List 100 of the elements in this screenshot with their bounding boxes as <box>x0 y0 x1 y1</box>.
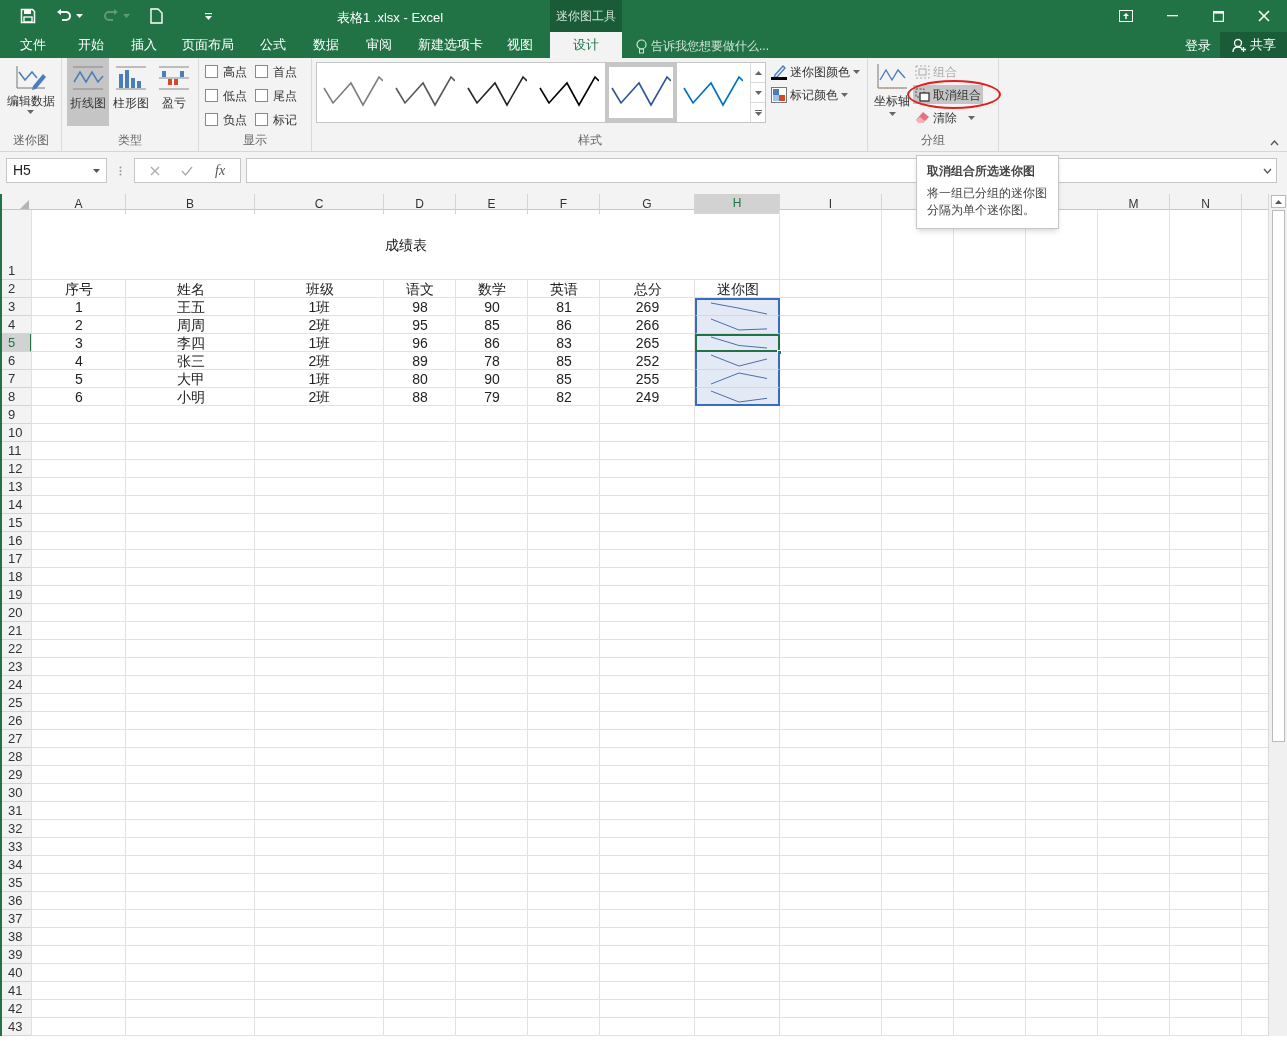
row-header[interactable]: 36 <box>2 892 32 910</box>
row-header[interactable]: 2 <box>2 280 32 298</box>
row-header[interactable]: 31 <box>2 802 32 820</box>
row-header[interactable]: 38 <box>2 928 32 946</box>
collapse-ribbon-icon[interactable] <box>1270 140 1279 146</box>
column-header[interactable]: F <box>528 194 600 214</box>
row-header[interactable]: 32 <box>2 820 32 838</box>
checkbox[interactable] <box>205 89 218 102</box>
column-header[interactable]: H <box>695 194 780 214</box>
sparkline-type-button[interactable]: 柱形图 <box>110 58 152 126</box>
row-header[interactable]: 37 <box>2 910 32 928</box>
close-icon[interactable] <box>1258 10 1270 22</box>
checkbox-option[interactable]: 标记 <box>255 110 297 129</box>
row-header[interactable]: 3 <box>2 298 32 316</box>
row-header[interactable]: 11 <box>2 442 32 460</box>
ribbon-tab[interactable]: 视图 <box>497 32 543 58</box>
scroll-thumb[interactable] <box>1271 210 1285 742</box>
row-header[interactable]: 30 <box>2 784 32 802</box>
edit-data-button[interactable]: 编辑数据 <box>3 62 58 130</box>
marker-color-button[interactable]: 标记颜色 <box>771 86 860 104</box>
row-header[interactable]: 24 <box>2 676 32 694</box>
axis-button[interactable]: 坐标轴 <box>871 62 913 130</box>
row-header[interactable]: 41 <box>2 982 32 1000</box>
ribbon-tab[interactable]: 数据 <box>303 32 349 58</box>
row-header[interactable]: 35 <box>2 874 32 892</box>
checkbox[interactable] <box>255 113 268 126</box>
column-header[interactable]: C <box>255 194 384 214</box>
checkbox-option[interactable]: 尾点 <box>255 86 297 105</box>
row-header[interactable]: 15 <box>2 514 32 532</box>
checkbox-option[interactable]: 负点 <box>205 110 247 129</box>
enter-check-icon[interactable] <box>181 165 194 176</box>
maximize-icon[interactable] <box>1212 10 1224 22</box>
column-header[interactable]: D <box>384 194 456 214</box>
ribbon-tab[interactable]: 公式 <box>250 32 296 58</box>
ribbon-tab[interactable]: 设计 <box>550 32 622 58</box>
row-header[interactable]: 26 <box>2 712 32 730</box>
ribbon-tab[interactable]: 开始 <box>68 32 114 58</box>
row-header[interactable]: 42 <box>2 1000 32 1018</box>
minimize-icon[interactable] <box>1166 15 1178 17</box>
share-button[interactable]: 共享 <box>1220 32 1287 58</box>
row-header[interactable]: 23 <box>2 658 32 676</box>
row-header[interactable]: 19 <box>2 586 32 604</box>
vertical-scrollbar[interactable] <box>1268 194 1287 1036</box>
grouping-button[interactable]: 取消组合 <box>913 85 983 104</box>
checkbox-option[interactable]: 低点 <box>205 86 247 105</box>
checkbox-option[interactable]: 高点 <box>205 62 247 81</box>
row-header[interactable]: 16 <box>2 532 32 550</box>
new-document-icon[interactable] <box>150 8 163 24</box>
sparkline-type-button[interactable]: 盈亏 <box>153 58 195 126</box>
insert-function-button[interactable]: fx <box>215 160 226 181</box>
sparkline-type-button[interactable]: 折线图 <box>67 58 109 126</box>
tell-me-field[interactable]: 告诉我您想要做什么... <box>651 37 769 55</box>
column-header[interactable]: A <box>32 194 126 214</box>
ribbon-display-options-icon[interactable] <box>1119 10 1133 22</box>
row-header[interactable]: 22 <box>2 640 32 658</box>
row-header[interactable]: 14 <box>2 496 32 514</box>
expand-icon[interactable] <box>1263 167 1272 174</box>
row-header[interactable]: 9 <box>2 406 32 424</box>
row-header[interactable]: 5 <box>2 334 32 352</box>
checkbox[interactable] <box>205 65 218 78</box>
ribbon-tab[interactable]: 审阅 <box>356 32 402 58</box>
grouping-button[interactable]: 清除 <box>913 108 977 127</box>
checkbox[interactable] <box>255 89 268 102</box>
ribbon-tab[interactable]: 页面布局 <box>172 32 244 58</box>
name-box[interactable]: H5 <box>6 158 107 183</box>
ribbon-tab[interactable]: 文件 <box>10 32 56 58</box>
checkbox[interactable] <box>255 65 268 78</box>
checkbox[interactable] <box>205 113 218 126</box>
row-header[interactable]: 29 <box>2 766 32 784</box>
customize-toolbar-icon[interactable] <box>205 12 212 20</box>
row-header[interactable]: 8 <box>2 388 32 406</box>
row-header[interactable]: 4 <box>2 316 32 334</box>
row-header[interactable]: 25 <box>2 694 32 712</box>
row-header[interactable]: 40 <box>2 964 32 982</box>
row-header[interactable]: 28 <box>2 748 32 766</box>
scroll-up-icon[interactable] <box>1274 199 1282 204</box>
row-header[interactable]: 43 <box>2 1018 32 1036</box>
row-header[interactable]: 18 <box>2 568 32 586</box>
column-header[interactable]: N <box>1170 194 1242 214</box>
sparkline-color-button[interactable]: 迷你图颜色 <box>771 63 860 81</box>
sparkline-style-thumbnail[interactable] <box>605 63 677 122</box>
column-header[interactable]: I <box>780 194 882 214</box>
row-header[interactable]: 27 <box>2 730 32 748</box>
drag-handle-icon[interactable] <box>119 166 122 176</box>
row-header[interactable]: 33 <box>2 838 32 856</box>
row-header[interactable]: 21 <box>2 622 32 640</box>
ribbon-tab[interactable]: 插入 <box>121 32 167 58</box>
row-header[interactable]: 6 <box>2 352 32 370</box>
row-header[interactable]: 20 <box>2 604 32 622</box>
cancel-icon[interactable] <box>149 165 160 176</box>
row-header[interactable]: 17 <box>2 550 32 568</box>
row-header[interactable]: 7 <box>2 370 32 388</box>
column-header[interactable]: B <box>126 194 255 214</box>
checkbox-option[interactable]: 首点 <box>255 62 297 81</box>
row-header[interactable]: 10 <box>2 424 32 442</box>
row-header[interactable]: 12 <box>2 460 32 478</box>
save-icon[interactable] <box>20 8 36 24</box>
ribbon-tab[interactable]: 新建选项卡 <box>408 32 493 58</box>
sign-in-link[interactable]: 登录 <box>1185 36 1211 56</box>
row-header[interactable]: 1 <box>2 210 32 280</box>
